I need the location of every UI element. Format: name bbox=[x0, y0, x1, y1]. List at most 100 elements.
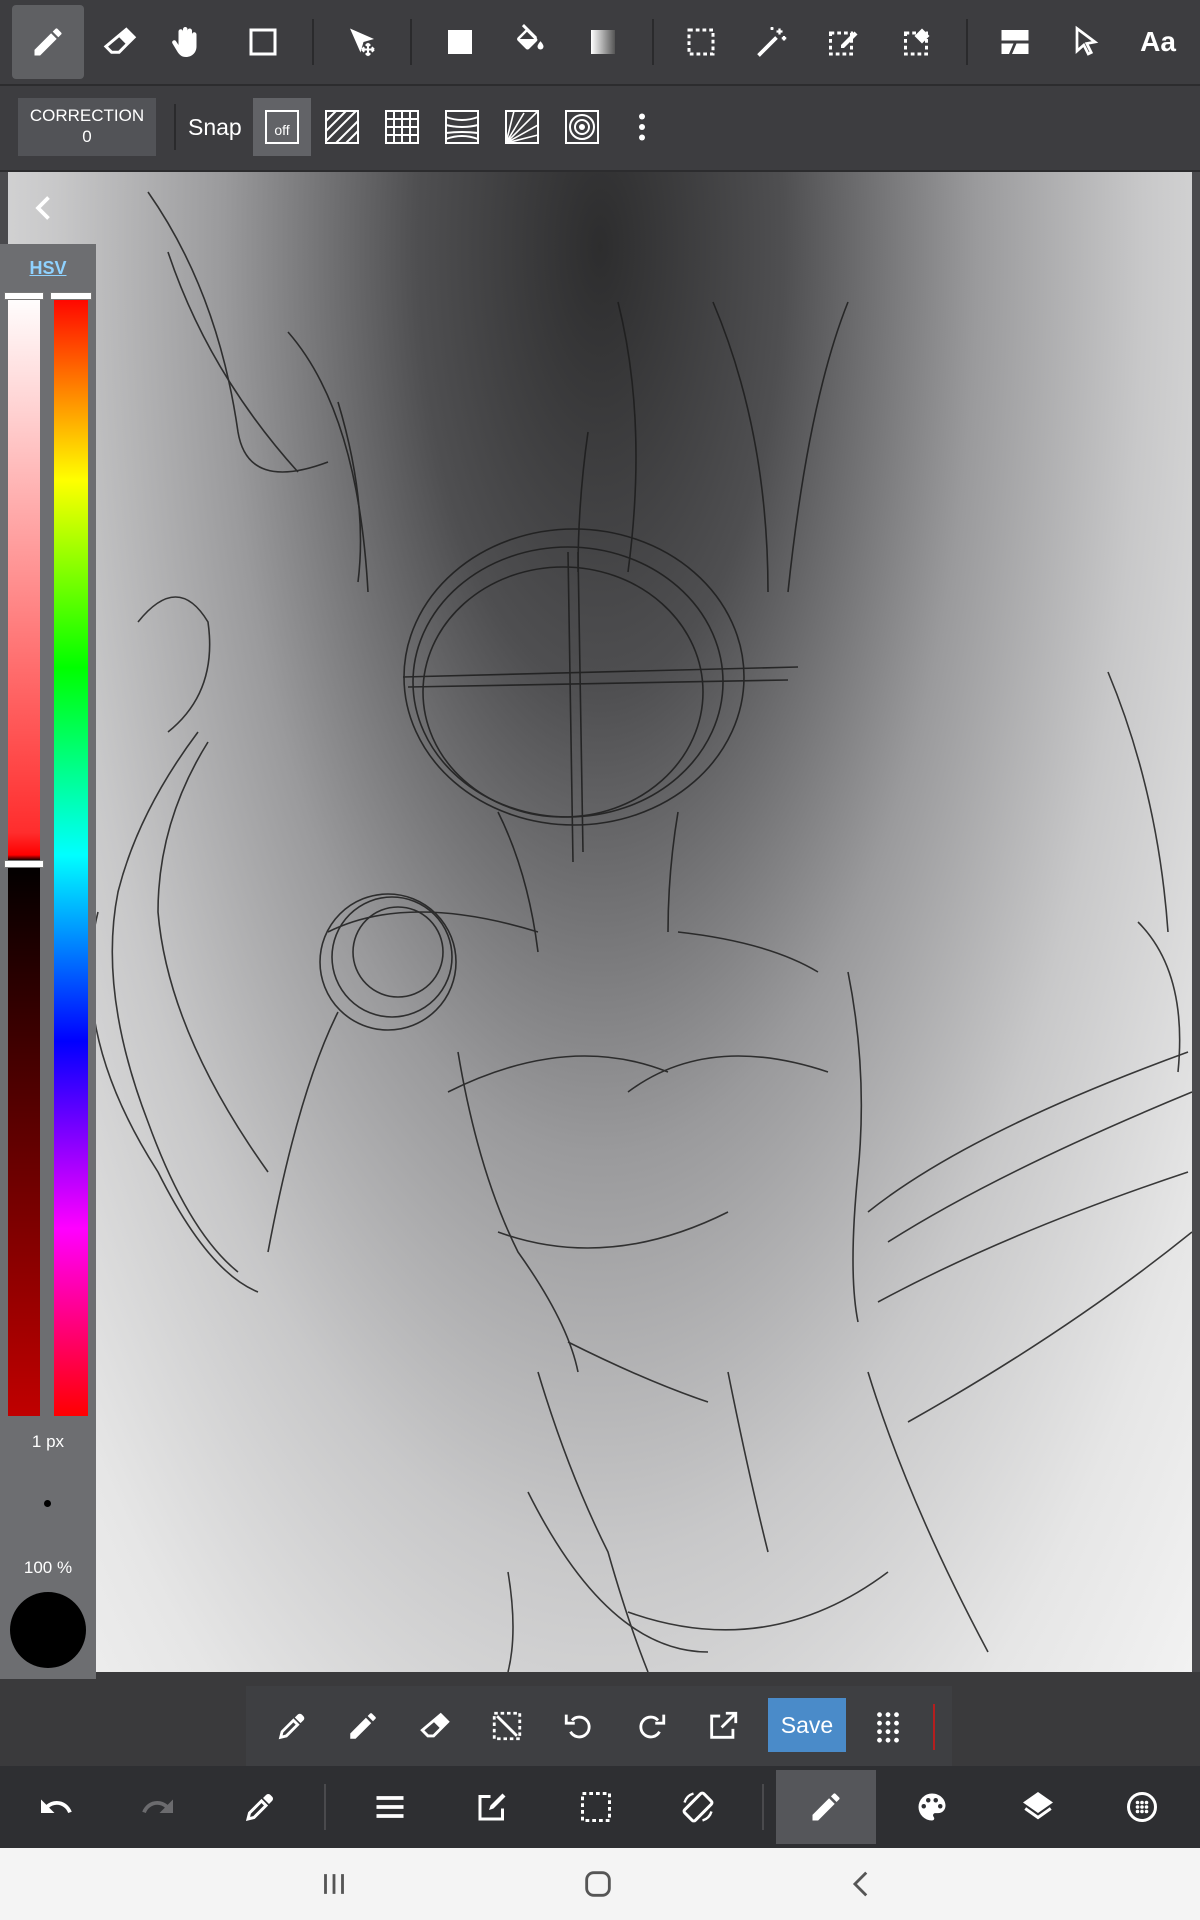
sv-slider-handle[interactable] bbox=[4, 860, 44, 868]
save-button[interactable]: Save bbox=[768, 1698, 846, 1752]
correction-label: CORRECTION bbox=[29, 106, 145, 125]
eraser-tool-button[interactable] bbox=[84, 5, 156, 79]
recent-apps-button[interactable] bbox=[294, 1860, 374, 1908]
selection-rect-icon bbox=[687, 28, 715, 56]
snap-off-button[interactable]: off bbox=[253, 98, 311, 156]
layer-effect-tool-button[interactable] bbox=[979, 5, 1051, 79]
bottom-divider bbox=[762, 1784, 764, 1830]
snap-label: Snap bbox=[188, 114, 242, 140]
select-rect-tool-button[interactable] bbox=[665, 5, 737, 79]
transform-button[interactable] bbox=[648, 1770, 748, 1844]
move-tool-button[interactable] bbox=[326, 5, 398, 79]
hand-tool-button[interactable] bbox=[150, 5, 222, 79]
saturation-value-slider[interactable] bbox=[8, 294, 40, 1416]
snap-perspective-icon bbox=[445, 110, 479, 144]
collapse-panel-chevron-icon[interactable] bbox=[26, 190, 62, 226]
eraser-icon bbox=[103, 27, 137, 54]
correction-button[interactable]: CORRECTION 0 bbox=[18, 98, 156, 156]
hand-icon bbox=[172, 27, 197, 57]
more-options-button[interactable] bbox=[613, 98, 671, 156]
palette-icon bbox=[918, 1793, 946, 1821]
correction-value: 0 bbox=[82, 127, 92, 146]
opacity-label[interactable]: 100 % bbox=[0, 1558, 96, 1578]
snap-perspective-button[interactable] bbox=[433, 98, 491, 156]
pen-icon bbox=[34, 28, 62, 56]
text-tool-button[interactable]: Aa bbox=[1122, 5, 1194, 79]
current-color-swatch[interactable] bbox=[10, 1592, 86, 1668]
undo-icon bbox=[41, 1799, 72, 1813]
toolbar-divider bbox=[410, 19, 412, 65]
gradient-icon bbox=[591, 30, 615, 54]
bucket-tool-button[interactable] bbox=[494, 5, 566, 79]
canvas-area bbox=[0, 172, 1200, 1672]
undo-button[interactable] bbox=[6, 1770, 106, 1844]
rotate-left-icon bbox=[564, 1714, 591, 1739]
snap-radial-button[interactable] bbox=[493, 98, 551, 156]
drawing-canvas[interactable] bbox=[8, 172, 1192, 1672]
move-icon bbox=[350, 28, 375, 57]
pen-tool-button[interactable] bbox=[12, 5, 84, 79]
eraser-action-button[interactable] bbox=[407, 1698, 463, 1754]
rotate-right-icon bbox=[639, 1714, 666, 1739]
rectangle-icon bbox=[249, 28, 277, 56]
pointer-tool-button[interactable] bbox=[1050, 5, 1122, 79]
home-button[interactable] bbox=[558, 1860, 638, 1908]
snap-off-text: off bbox=[274, 122, 289, 138]
snap-circle-button[interactable] bbox=[553, 98, 611, 156]
gradient-tool-button[interactable] bbox=[567, 5, 639, 79]
eraser-icon bbox=[420, 1712, 450, 1738]
system-navigation-bar bbox=[0, 1848, 1200, 1920]
fill-rect-tool-button[interactable] bbox=[424, 5, 496, 79]
magic-wand-tool-button[interactable] bbox=[736, 5, 808, 79]
back-button[interactable] bbox=[822, 1860, 902, 1908]
edit-button[interactable] bbox=[442, 1770, 542, 1844]
grid-menu-button[interactable] bbox=[860, 1698, 916, 1754]
hue-slider[interactable] bbox=[54, 294, 88, 1416]
brush-size-label[interactable]: 1 px bbox=[0, 1432, 96, 1452]
snap-parallel-button[interactable] bbox=[313, 98, 371, 156]
action-bar-divider bbox=[933, 1704, 935, 1750]
tool-options-bar: CORRECTION 0 Snap off bbox=[0, 86, 1200, 172]
brush-button[interactable] bbox=[776, 1770, 876, 1844]
shape-tool-button[interactable] bbox=[227, 5, 299, 79]
hue-slider-handle[interactable] bbox=[50, 292, 92, 300]
hsv-mode-toggle[interactable]: HSV bbox=[0, 258, 96, 279]
redo-button[interactable] bbox=[108, 1770, 208, 1844]
selection-icon bbox=[581, 1792, 611, 1822]
eyedropper-icon bbox=[245, 1793, 274, 1822]
deselect-action-button[interactable] bbox=[479, 1698, 535, 1754]
edit-square-icon bbox=[478, 1793, 506, 1821]
sv-slider-handle-top[interactable] bbox=[4, 292, 44, 300]
color-button[interactable] bbox=[882, 1770, 982, 1844]
eyedropper-button[interactable] bbox=[210, 1770, 310, 1844]
open-in-new-icon bbox=[710, 1711, 738, 1739]
select-pen-tool-button[interactable] bbox=[808, 5, 880, 79]
pointer-icon bbox=[1075, 25, 1099, 56]
eyedropper-icon bbox=[278, 1713, 305, 1740]
settings-button[interactable] bbox=[1092, 1770, 1192, 1844]
menu-button[interactable] bbox=[340, 1770, 440, 1844]
undo-rotate-button[interactable] bbox=[551, 1698, 607, 1754]
snap-grid-button[interactable] bbox=[373, 98, 431, 156]
select-eraser-tool-button[interactable] bbox=[883, 5, 955, 79]
redo-rotate-button[interactable] bbox=[623, 1698, 679, 1754]
export-action-button[interactable] bbox=[695, 1698, 751, 1754]
color-panel: HSV 1 px 100 % bbox=[0, 244, 96, 1679]
sketch-drawing bbox=[89, 191, 1192, 1672]
redo-icon bbox=[142, 1799, 173, 1813]
bottom-toolbar bbox=[0, 1766, 1200, 1848]
magic-wand-icon bbox=[757, 27, 787, 57]
selection-button[interactable] bbox=[546, 1770, 646, 1844]
filled-square-icon bbox=[448, 30, 472, 54]
dots-grid-icon bbox=[877, 1712, 899, 1743]
eyedropper-action-button[interactable] bbox=[264, 1698, 320, 1754]
selection-pen-icon bbox=[829, 31, 858, 56]
layers-button[interactable] bbox=[988, 1770, 1088, 1844]
pen-action-button[interactable] bbox=[335, 1698, 391, 1754]
toolbar-divider bbox=[652, 19, 654, 65]
hamburger-menu-icon bbox=[376, 1796, 404, 1818]
main-toolbar: Aa bbox=[0, 0, 1200, 86]
bottom-divider bbox=[324, 1784, 326, 1830]
dotted-circle-icon bbox=[1127, 1792, 1157, 1822]
home-icon bbox=[585, 1871, 611, 1897]
